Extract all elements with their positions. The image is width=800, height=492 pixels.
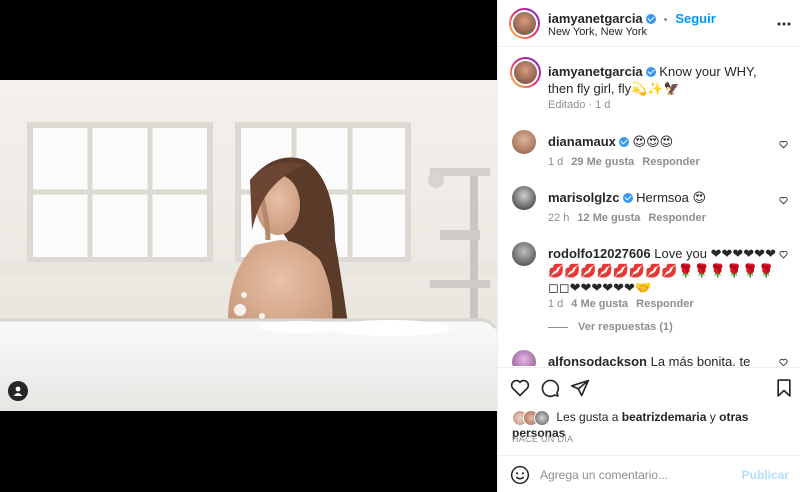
caption-avatar[interactable] [512,59,539,86]
post-media-area [0,0,497,492]
comment-likes[interactable]: 29 Me gusta [571,156,634,168]
comment-username[interactable]: dianamaux [548,134,616,149]
emoji-icon[interactable] [510,465,530,485]
comment-item: marisolglzc Hermsoa 😍 22 h 12 Me gusta Res… [512,186,794,226]
comment-text: 😍😍😍 [632,134,674,149]
commenter-avatar[interactable] [512,350,536,366]
post-photo[interactable] [0,80,497,411]
like-comment-heart-icon[interactable] [779,250,788,259]
comment-likes[interactable]: 12 Me gusta [577,212,640,224]
add-comment-bar: Agrega un comentario... Publicar [498,455,800,492]
verified-badge-icon [618,137,629,147]
comment-meta: 1 d 4 Me gusta Responder [548,298,694,310]
likes-middle: y [709,410,716,425]
comment-item: alfonsodackson La más bonita, te adoro 🌻 [512,350,794,366]
instagram-post-view: iamyanetgarcia • Seguir New York, New Yo… [0,0,800,492]
heart-icon[interactable] [510,378,530,398]
comment-text-block: dianamaux 😍😍😍 [548,133,776,150]
comment-username[interactable]: rodolfo12027606 [548,246,651,261]
like-comment-heart-icon[interactable] [779,358,788,366]
view-replies-label: Ver respuestas (1) [578,321,673,333]
comment-input[interactable]: Agrega un comentario... [540,468,668,482]
comment-meta: 22 h 12 Me gusta Responder [548,212,706,224]
reply-button[interactable]: Responder [648,212,705,224]
comment-item: dianamaux 😍😍😍 1 d 29 Me gusta Responder [512,130,794,170]
comments-list: iamyanetgarcia Know your WHY, then fly g… [498,48,800,366]
comment-item: rodolfo12027606 Love you ❤❤❤❤❤❤💋💋💋💋💋💋💋💋🌹… [512,242,794,312]
post-actions: Les gusta a beatrizdemaria y otras perso… [498,367,800,440]
author-username[interactable]: iamyanetgarcia [548,11,643,26]
comment-time[interactable]: 1 d [548,156,563,168]
reply-button[interactable]: Responder [636,298,693,310]
verified-badge-icon [645,67,656,77]
post-header: iamyanetgarcia • Seguir New York, New Yo… [498,0,800,47]
post-timestamp[interactable]: HACE UN DÍA [512,434,573,444]
publish-button[interactable]: Publicar [742,468,789,482]
comment-username[interactable]: marisolglzc [548,190,620,205]
comment-text-block: marisolglzc Hermsoa 😍 [548,189,776,206]
likes-prefix: Les gusta a [556,410,619,425]
author-avatar[interactable] [511,10,538,37]
liker-avatar[interactable] [534,410,550,426]
separator-dot: • [663,14,668,26]
like-comment-heart-icon[interactable] [779,140,788,149]
comment-text: Hermsoa 😍 [636,190,707,205]
view-replies-button[interactable]: Ver respuestas (1) [548,321,673,333]
replies-divider [548,326,568,328]
follow-button[interactable]: Seguir [675,11,715,26]
post-side-panel: iamyanetgarcia • Seguir New York, New Yo… [497,0,800,492]
comment-text-block: alfonsodackson La más bonita, te adoro 🌻 [548,353,776,366]
comment-meta: 1 d 29 Me gusta Responder [548,156,700,168]
more-icon[interactable] [777,13,791,31]
commenter-avatar[interactable] [512,242,536,266]
header-name-row: iamyanetgarcia • Seguir [548,10,716,26]
caption: iamyanetgarcia Know your WHY, then fly g… [510,57,794,119]
verified-badge-icon [645,14,656,24]
tag-user-icon[interactable] [8,381,28,401]
comment-text-block: rodolfo12027606 Love you ❤❤❤❤❤❤💋💋💋💋💋💋💋💋🌹… [548,245,776,296]
reply-button[interactable]: Responder [642,156,699,168]
caption-meta: Editado · 1 d [548,99,611,111]
verified-badge-icon [622,193,633,203]
caption-username[interactable]: iamyanetgarcia [548,64,643,79]
comment-time[interactable]: 22 h [548,212,569,224]
comment-username[interactable]: alfonsodackson [548,354,647,366]
likes-user-link[interactable]: beatrizdemaria [622,410,707,424]
caption-text-block: iamyanetgarcia Know your WHY, then fly g… [548,63,776,97]
commenter-avatar[interactable] [512,186,536,210]
liker-avatars [512,410,550,426]
comment-icon[interactable] [540,378,560,398]
comment-time[interactable]: 1 d [548,298,563,310]
post-location[interactable]: New York, New York [548,26,647,38]
comment-likes[interactable]: 4 Me gusta [571,298,628,310]
like-comment-heart-icon[interactable] [779,196,788,205]
bathtub-photo-illustration [0,80,497,411]
share-icon[interactable] [570,378,590,398]
bookmark-icon[interactable] [774,378,794,398]
commenter-avatar[interactable] [512,130,536,154]
